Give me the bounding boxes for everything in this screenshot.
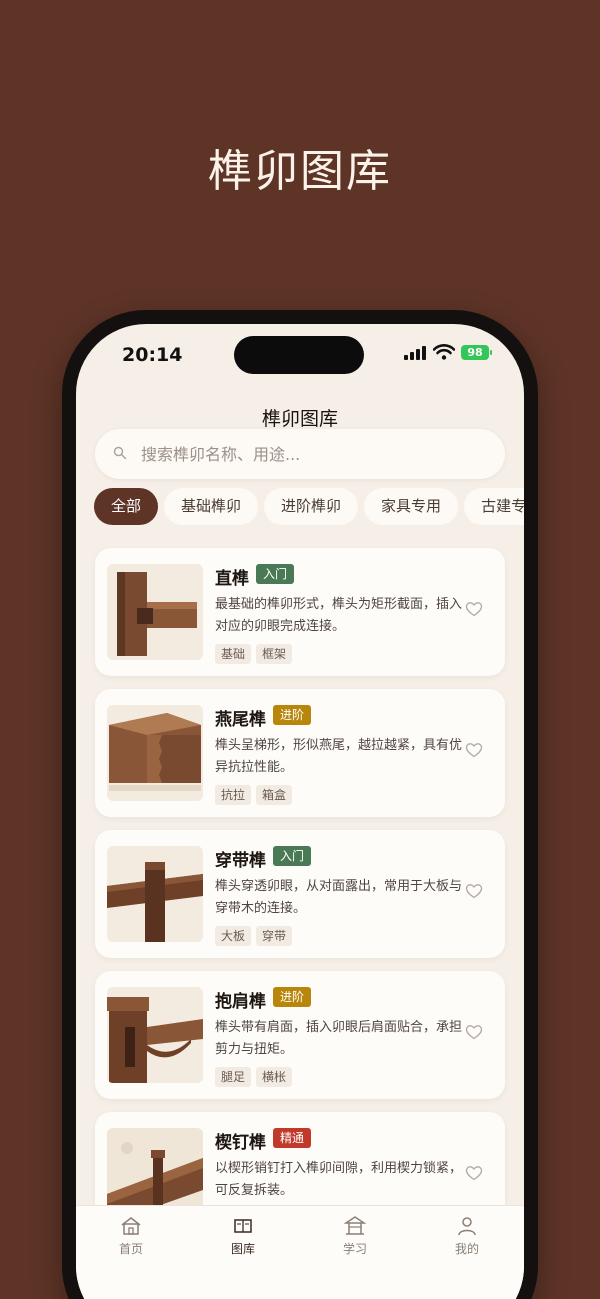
joint-description: 最基础的榫卯形式，榫头为矩形截面，插入对应的卯眼完成连接。 <box>215 597 463 634</box>
tag-chip: 腿足 <box>215 1067 252 1087</box>
filter-chip-3[interactable]: 家具专用 <box>364 488 459 525</box>
tag-list: 大板 穿带 <box>215 925 297 946</box>
favorite-heart-icon[interactable] <box>465 600 483 618</box>
status-bar: 20:14 98 <box>76 324 524 384</box>
joint-thumbnail-image <box>107 846 203 942</box>
joint-card[interactable]: 穿带榫 入门榫头穿透卯眼，从对面露出，常用于大板与穿带木的连接。大板 穿带 <box>95 830 505 958</box>
filter-chip-1[interactable]: 基础榫卯 <box>164 488 259 525</box>
tag-list: 腿足 横枨 <box>215 1066 297 1087</box>
tag-chip: 基础 <box>215 644 252 664</box>
wifi-icon <box>433 344 455 360</box>
tab-label: 图库 <box>230 1242 255 1256</box>
joint-thumbnail-image <box>107 705 203 801</box>
joint-card[interactable]: 燕尾榫 进阶榫头呈梯形，形似燕尾，越拉越紧，具有优异抗拉性能。抗拉 箱盒 <box>95 689 505 817</box>
battery-indicator: 98 <box>461 345 492 360</box>
favorite-heart-icon[interactable] <box>465 882 483 900</box>
search-input[interactable] <box>141 440 481 468</box>
tab-label: 我的 <box>454 1242 479 1256</box>
tag-chip: 大板 <box>215 926 252 946</box>
joint-title: 抱肩榫 <box>215 992 266 1012</box>
phone-frame: 20:14 98 榫卯图库 全部基础榫卯进阶榫卯家具专用古建专用 直榫入门最基础… <box>62 310 538 1299</box>
bottom-tab-bar: 首页 图库 学习 我的 <box>76 1205 524 1299</box>
joint-title: 燕尾榫 <box>215 710 266 730</box>
level-badge: 精通 <box>273 1128 312 1148</box>
joint-description: 榫头带有肩面，插入卯眼后肩面贴合，承担剪力与扭矩。 <box>215 1020 463 1057</box>
search-bar[interactable] <box>95 429 505 479</box>
filter-chip-2[interactable]: 进阶榫卯 <box>264 488 359 525</box>
tab-label: 学习 <box>342 1242 367 1256</box>
tab-person[interactable]: 我的 <box>432 1214 502 1257</box>
joint-description: 榫头穿透卯眼，从对面露出，常用于大板与穿带木的连接。 <box>215 879 463 916</box>
favorite-heart-icon[interactable] <box>465 1164 483 1182</box>
joint-description: 榫头呈梯形，形似燕尾，越拉越紧，具有优异抗拉性能。 <box>215 738 463 775</box>
tag-chip: 框架 <box>256 644 293 664</box>
level-badge: 进阶 <box>273 987 312 1007</box>
tag-list: 基础 框架 <box>215 643 297 664</box>
tab-label: 首页 <box>118 1242 143 1256</box>
favorite-heart-icon[interactable] <box>465 1023 483 1041</box>
tag-list: 抗拉 箱盒 <box>215 784 297 805</box>
level-badge: 入门 <box>256 564 295 584</box>
tab-book[interactable]: 图库 <box>208 1214 278 1257</box>
tag-chip: 横枨 <box>256 1067 293 1087</box>
category-filter-bar: 全部基础榫卯进阶榫卯家具专用古建专用 <box>94 488 524 530</box>
joint-card[interactable]: 楔钉榫精通以楔形销钉打入榫卯间隙，利用楔力锁紧，可反复拆装。圆材可拆 <box>95 1112 505 1205</box>
joint-thumbnail-image <box>107 564 203 660</box>
favorite-heart-icon[interactable] <box>465 741 483 759</box>
search-icon <box>113 446 127 460</box>
promo-title: 榫卯图库 <box>208 146 392 197</box>
tab-home[interactable]: 首页 <box>96 1214 166 1257</box>
joint-thumbnail-image <box>107 987 203 1083</box>
level-badge: 入门 <box>273 846 312 866</box>
page-title: 榫卯图库 <box>261 408 338 430</box>
filter-chip-0[interactable]: 全部 <box>94 488 159 525</box>
app-screen: 20:14 98 榫卯图库 全部基础榫卯进阶榫卯家具专用古建专用 直榫入门最基础… <box>76 324 524 1299</box>
pavilion-icon <box>343 1216 367 1235</box>
tag-chip: 抗拉 <box>215 785 252 805</box>
book-icon <box>234 1219 252 1233</box>
status-time: 20:14 <box>122 344 183 366</box>
joint-card[interactable]: 直榫 入门最基础的榫卯形式，榫头为矩形截面，插入对应的卯眼完成连接。基础 框架 <box>95 548 505 676</box>
tag-chip: 穿带 <box>256 926 293 946</box>
joint-description: 以楔形销钉打入榫卯间隙，利用楔力锁紧，可反复拆装。 <box>215 1161 463 1198</box>
joint-card[interactable]: 抱肩榫 进阶榫头带有肩面，插入卯眼后肩面贴合，承担剪力与扭矩。腿足 横枨 <box>95 971 505 1099</box>
joint-title: 楔钉榫 <box>215 1133 266 1153</box>
level-badge: 进阶 <box>273 705 312 725</box>
joint-title: 穿带榫 <box>215 851 266 871</box>
filter-chip-4[interactable]: 古建专用 <box>464 488 524 525</box>
tab-pavilion[interactable]: 学习 <box>320 1214 390 1257</box>
dynamic-island <box>234 336 364 374</box>
joint-title: 直榫 <box>215 569 249 589</box>
person-icon <box>458 1217 476 1236</box>
tag-chip: 箱盒 <box>256 785 293 805</box>
cellular-signal-icon <box>404 346 426 360</box>
home-icon <box>121 1217 141 1235</box>
joint-thumbnail-image <box>107 1128 203 1205</box>
joint-list: 直榫 入门 最基础的榫卯形式，榫头为矩形截面，插入对应的卯眼完成连接。 基础 框架 燕尾榫… <box>76 538 524 1205</box>
